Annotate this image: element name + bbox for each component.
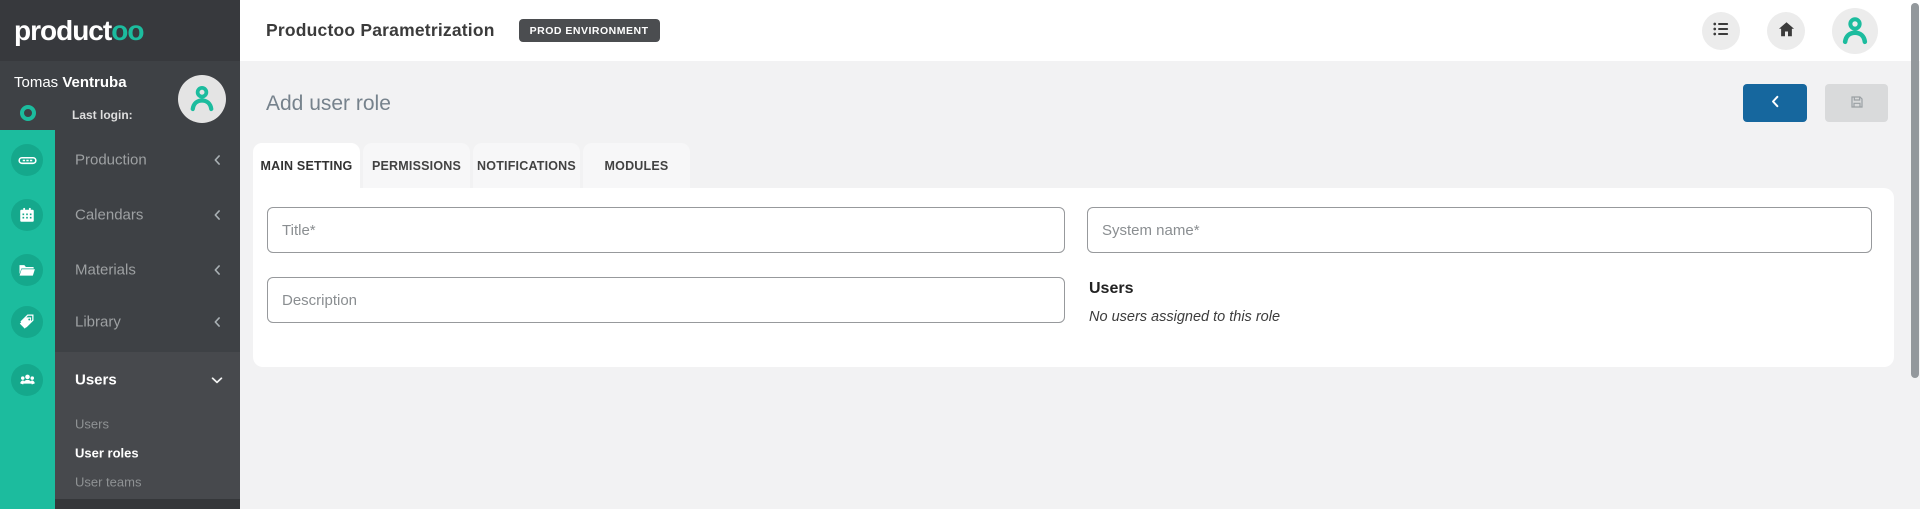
list-icon bbox=[1711, 19, 1731, 42]
main-setting-panel: Users No users assigned to this role bbox=[253, 188, 1894, 367]
profile-avatar-button[interactable] bbox=[1832, 8, 1878, 54]
title-input[interactable] bbox=[267, 207, 1065, 253]
sidebar-footer-bar bbox=[55, 499, 240, 509]
user-name: Tomas Ventruba bbox=[14, 74, 127, 91]
online-status-icon bbox=[20, 105, 36, 121]
users-empty-message: No users assigned to this role bbox=[1089, 309, 1280, 325]
last-login-label: Last login: bbox=[72, 108, 133, 122]
productoo-logo: productoo bbox=[14, 15, 143, 47]
main-area: Productoo Parametrization PROD ENVIRONME… bbox=[240, 0, 1920, 509]
description-input[interactable] bbox=[267, 277, 1065, 323]
tab-modules[interactable]: MODULES bbox=[583, 143, 690, 188]
chevron-left-icon bbox=[211, 264, 224, 277]
home-icon bbox=[1777, 20, 1796, 42]
home-button[interactable] bbox=[1767, 12, 1805, 50]
vertical-scrollbar-thumb[interactable] bbox=[1911, 3, 1919, 378]
logo-block[interactable]: productoo bbox=[0, 0, 240, 61]
tab-notifications[interactable]: NOTIFICATIONS bbox=[473, 143, 580, 188]
person-icon bbox=[1839, 13, 1871, 48]
floppy-disk-icon bbox=[1849, 94, 1865, 113]
topbar: Productoo Parametrization PROD ENVIRONME… bbox=[240, 0, 1920, 61]
sidebar-item-users[interactable]: Users bbox=[0, 352, 240, 408]
tab-permissions[interactable]: PERMISSIONS bbox=[363, 143, 470, 188]
sidebar-item-library[interactable]: Library bbox=[0, 295, 240, 349]
save-button[interactable] bbox=[1825, 84, 1888, 122]
topbar-actions bbox=[1702, 8, 1878, 54]
list-button[interactable] bbox=[1702, 12, 1740, 50]
sidebar-subitem-user-teams[interactable]: User teams bbox=[0, 467, 240, 496]
chevron-left-icon bbox=[211, 209, 224, 222]
sidebar-item-materials[interactable]: Materials bbox=[0, 243, 240, 297]
back-button[interactable] bbox=[1743, 84, 1807, 122]
folder-open-icon bbox=[11, 254, 43, 286]
page-title: Add user role bbox=[266, 92, 391, 116]
sidebar-user-block: Tomas Ventruba Last login: bbox=[0, 61, 240, 130]
sidebar-subitem-user-roles[interactable]: User roles bbox=[0, 438, 240, 467]
sidebar: productoo Tomas Ventruba Last login: Pro… bbox=[0, 0, 240, 509]
avatar[interactable] bbox=[178, 75, 226, 123]
sidebar-item-calendars[interactable]: Calendars bbox=[0, 188, 240, 242]
tab-bar: MAIN SETTING PERMISSIONS NOTIFICATIONS M… bbox=[253, 143, 690, 188]
conveyor-icon bbox=[11, 144, 43, 176]
chevron-down-icon bbox=[210, 373, 224, 387]
chevron-left-icon bbox=[211, 154, 224, 167]
sidebar-subitem-users[interactable]: Users bbox=[0, 409, 240, 438]
tab-main-setting[interactable]: MAIN SETTING bbox=[253, 143, 360, 188]
chevron-left-icon bbox=[211, 316, 224, 329]
tags-icon bbox=[11, 306, 43, 338]
calendar-icon bbox=[11, 199, 43, 231]
environment-badge: PROD ENVIRONMENT bbox=[519, 19, 660, 42]
app-title: Productoo Parametrization bbox=[266, 20, 495, 41]
chevron-left-icon bbox=[1768, 94, 1783, 112]
person-icon bbox=[187, 82, 217, 117]
users-section-heading: Users bbox=[1089, 280, 1133, 298]
sidebar-item-production[interactable]: Production bbox=[0, 133, 240, 187]
users-group-icon bbox=[11, 364, 43, 396]
system-name-input[interactable] bbox=[1087, 207, 1872, 253]
